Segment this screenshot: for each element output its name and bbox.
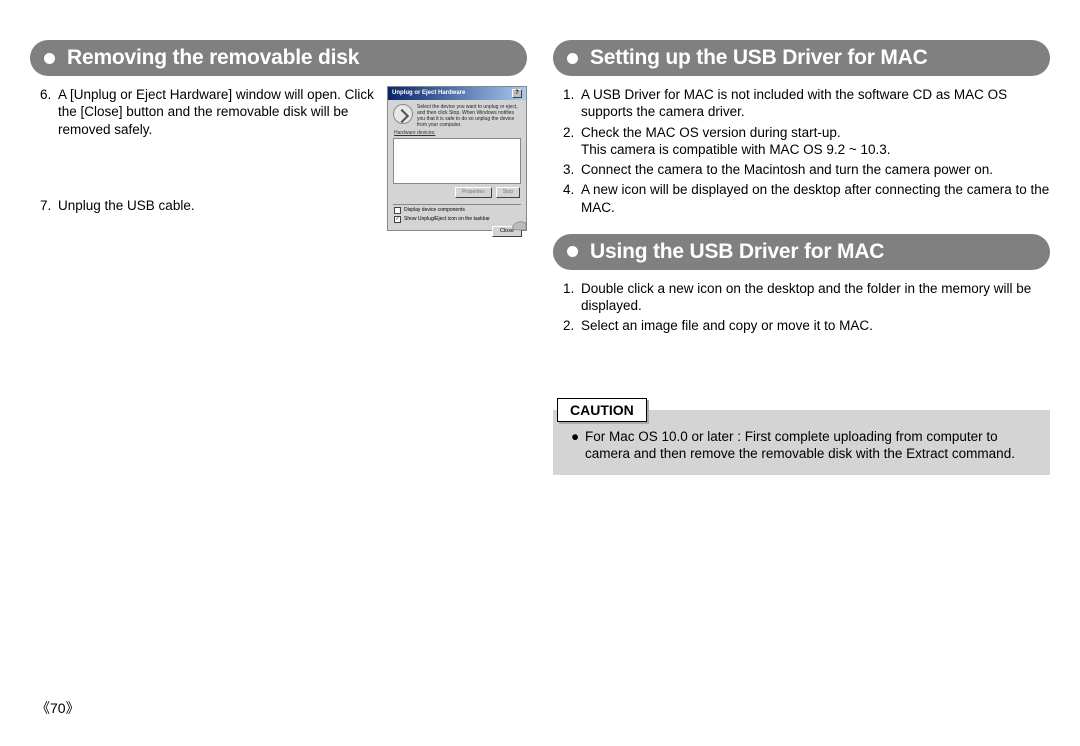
- heading-bullet-icon: [567, 246, 578, 257]
- left-item-6: 6. A [Unplug or Eject Hardware] window w…: [30, 86, 379, 138]
- checkbox-show-icon: ✓ Show Unplug/Eject icon on the taskbar: [388, 215, 526, 224]
- setup-item-3: 3. Connect the camera to the Macintosh a…: [553, 161, 1050, 178]
- item-text: Unplug the USB cable.: [58, 197, 379, 214]
- dialog-help-icon: ?: [512, 89, 522, 98]
- heading-setup-usb-mac: Setting up the USB Driver for MAC: [553, 40, 1050, 76]
- usb-cable-icon: [511, 217, 527, 231]
- properties-button: Properties: [455, 187, 492, 197]
- unplug-eject-dialog: Unplug or Eject Hardware ? Select the de…: [387, 86, 527, 231]
- setup-item-4: 4. A new icon will be displayed on the d…: [553, 181, 1050, 216]
- checkbox-display-components: Display device components: [388, 206, 526, 215]
- bullet-icon: ●: [571, 428, 585, 463]
- using-item-2: 2. Select an image file and copy or move…: [553, 317, 1050, 334]
- left-column: Removing the removable disk 6. A [Unplug…: [30, 40, 527, 475]
- setup-item-2: 2. Check the MAC OS version during start…: [553, 124, 1050, 159]
- item-text: A [Unplug or Eject Hardware] window will…: [58, 86, 379, 138]
- item-number: 6.: [40, 86, 58, 138]
- heading-bullet-icon: [44, 53, 55, 64]
- heading-removing-disk: Removing the removable disk: [30, 40, 527, 76]
- heading-text: Removing the removable disk: [67, 46, 359, 70]
- dialog-message: Select the device you want to unplug or …: [417, 104, 521, 128]
- dialog-field-label: Hardware devices:: [394, 130, 520, 136]
- dialog-title: Unplug or Eject Hardware: [392, 90, 465, 98]
- item-number: 7.: [40, 197, 58, 214]
- caution-label: CAUTION: [557, 398, 647, 422]
- page-number: 《70》: [36, 698, 80, 718]
- stop-button: Stop: [496, 187, 520, 197]
- left-item-7: 7. Unplug the USB cable.: [30, 197, 379, 214]
- heading-bullet-icon: [567, 53, 578, 64]
- dialog-device-list: [393, 138, 521, 184]
- caution-text: For Mac OS 10.0 or later : First complet…: [585, 428, 1038, 463]
- heading-text: Using the USB Driver for MAC: [590, 240, 884, 264]
- heading-using-usb-mac: Using the USB Driver for MAC: [553, 234, 1050, 270]
- using-item-1: 1. Double click a new icon on the deskto…: [553, 280, 1050, 315]
- setup-item-1: 1. A USB Driver for MAC is not included …: [553, 86, 1050, 121]
- eject-icon: [393, 104, 413, 124]
- heading-text: Setting up the USB Driver for MAC: [590, 46, 928, 70]
- right-column: Setting up the USB Driver for MAC 1. A U…: [553, 40, 1050, 475]
